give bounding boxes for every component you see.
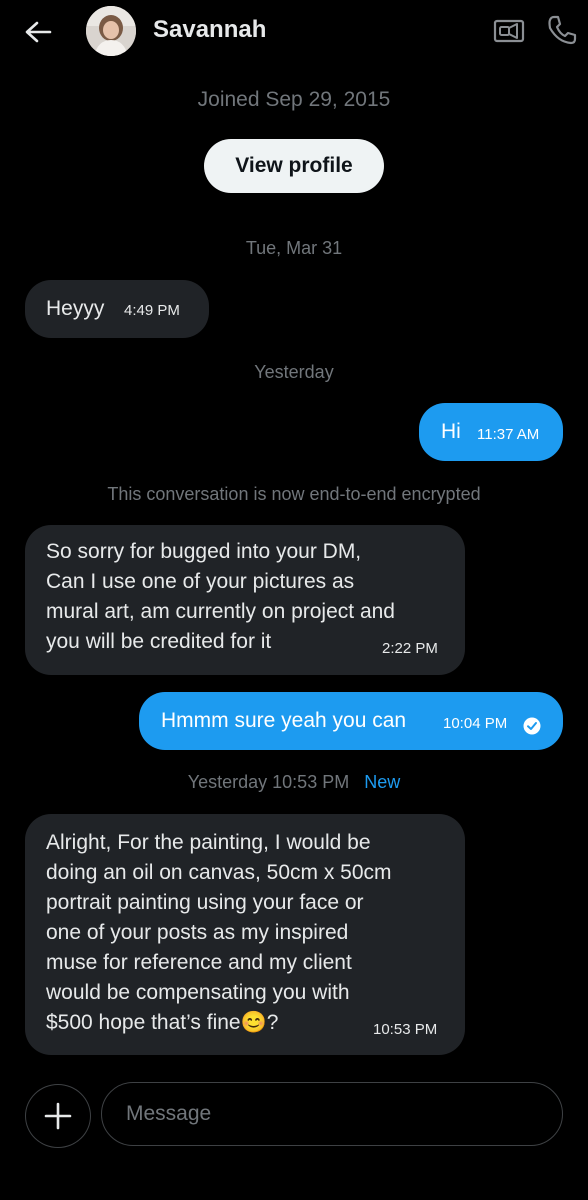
message-line: mural art, am currently on project and xyxy=(46,600,395,623)
view-profile-button[interactable]: View profile xyxy=(204,139,384,193)
message-bubble-incoming[interactable]: So sorry for bugged into your DM, Can I … xyxy=(25,525,465,675)
arrow-left-icon xyxy=(25,21,52,43)
message-time: 4:49 PM xyxy=(124,302,180,319)
message-bubble-incoming[interactable]: Heyyy 4:49 PM xyxy=(25,280,209,338)
back-button[interactable] xyxy=(18,14,58,50)
phone-icon xyxy=(548,15,577,45)
message-text: Alright, For the painting, I would be do… xyxy=(46,828,456,1038)
date-separator: Tue, Mar 31 xyxy=(245,238,343,258)
joined-date: Joined Sep 29, 2015 xyxy=(197,88,391,111)
message-line: one of your posts as my inspired xyxy=(46,921,349,944)
voice-call-button[interactable] xyxy=(542,11,582,49)
contact-name[interactable]: Savannah xyxy=(153,14,266,46)
video-camera-icon xyxy=(493,19,525,43)
read-check-icon xyxy=(523,714,541,735)
message-time: 10:04 PM xyxy=(443,715,508,732)
avatar-image xyxy=(86,6,136,56)
message-line: Can I use one of your pictures as xyxy=(46,570,355,593)
message-line: would be compensating you with xyxy=(46,981,350,1004)
message-bubble-incoming[interactable]: Alright, For the painting, I would be do… xyxy=(25,814,465,1055)
unread-separator: Yesterday 10:53 PM New xyxy=(0,770,588,794)
message-line: Alright, For the painting, I would be xyxy=(46,831,371,854)
message-input-placeholder: Message xyxy=(126,1102,212,1125)
separator-time: Yesterday 10:53 PM xyxy=(187,772,350,792)
message-bubble-outgoing[interactable]: Hmmm sure yeah you can 10:04 PM xyxy=(139,692,563,750)
message-line: muse for reference and my client xyxy=(46,951,352,974)
message-time: 10:53 PM xyxy=(373,1021,438,1038)
smiling-emoji-icon: 😊 xyxy=(240,1011,267,1034)
message-line: So sorry for bugged into your DM, xyxy=(46,540,362,563)
video-call-button[interactable] xyxy=(490,13,528,49)
message-line-suffix: ? xyxy=(266,1011,279,1034)
message-text: Heyyy xyxy=(46,297,105,320)
avatar[interactable] xyxy=(86,6,136,56)
message-input[interactable]: Message xyxy=(101,1082,563,1146)
message-line: portrait painting using your face or xyxy=(46,891,364,914)
message-time: 2:22 PM xyxy=(382,640,438,657)
message-line-text: $500 hope that’s fine xyxy=(46,1011,241,1034)
date-separator: Yesterday xyxy=(254,362,334,382)
add-attachment-button[interactable] xyxy=(25,1084,91,1148)
encryption-notice: This conversation is now end-to-end encr… xyxy=(107,484,481,504)
message-bubble-outgoing[interactable]: Hi 11:37 AM xyxy=(419,403,563,461)
message-line: doing an oil on canvas, 50cm x 50cm xyxy=(46,861,392,884)
message-time: 11:37 AM xyxy=(477,426,540,443)
plus-icon xyxy=(44,1102,72,1130)
new-badge: New xyxy=(364,772,401,792)
message-text: Hi xyxy=(441,420,461,443)
message-text: Hmmm sure yeah you can xyxy=(161,709,407,732)
